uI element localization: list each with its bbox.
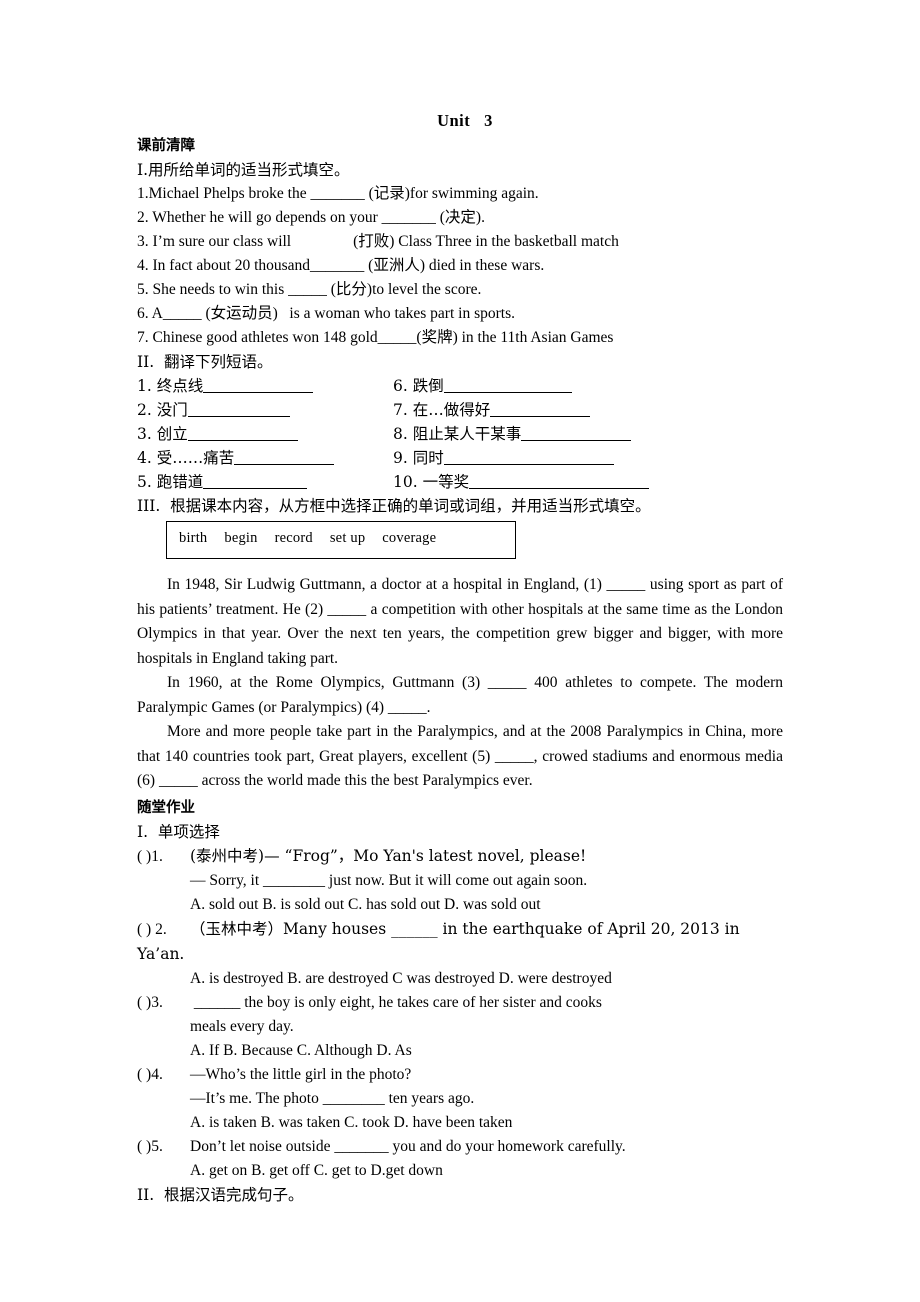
passage-paragraph: In 1948, Sir Ludwig Guttmann, a doctor a… <box>137 576 783 667</box>
item-number: 1. <box>137 377 152 395</box>
fill-item: 2. Whether he will go depends on your __… <box>137 209 485 226</box>
answer-rule[interactable] <box>490 402 591 417</box>
classwork-part-2-label: II. 根据汉语完成句子。 <box>137 1185 304 1204</box>
mcq-question: ( ) 2. （玉林中考）Many houses ______ in the ea… <box>137 917 783 967</box>
item-number: 6. <box>393 377 408 395</box>
question-options[interactable]: A. is destroyed B. are destroyed C was d… <box>137 967 783 991</box>
translation-cell: 6. 跌倒 <box>393 374 783 398</box>
question-stem: ______ the boy is only eight, he takes c… <box>190 993 602 1011</box>
translation-row: 5. 跑错道 10. 一等奖 <box>137 470 783 494</box>
page-title: Unit 3 <box>437 111 493 130</box>
part-2-label: II. 翻译下列短语。 <box>137 353 273 371</box>
translation-cell: 1. 终点线 <box>137 374 393 398</box>
fill-item: 3. I’m sure our class will (打败) Class Th… <box>137 233 619 250</box>
part-1-label: I.用所给单词的适当形式填空。 <box>137 161 350 179</box>
mcq-question: ( )4. —Who’s the little girl in the photo… <box>137 1063 783 1087</box>
item-text: 跌倒 <box>412 377 444 395</box>
translation-cell: 9. 同时 <box>393 446 783 470</box>
item-number: 10. <box>393 473 418 491</box>
answer-rule[interactable] <box>203 378 314 393</box>
answer-rule[interactable] <box>443 450 614 465</box>
fill-item: 6. A_____ (女运动员) is a woman who takes pa… <box>137 305 515 322</box>
item-number: 2. <box>137 401 152 419</box>
answer-rule[interactable] <box>443 378 572 393</box>
item-text: 跑错道 <box>156 473 204 491</box>
item-text: 一等奖 <box>422 473 470 491</box>
translation-row: 2. 没门 7. 在…做得好 <box>137 398 783 422</box>
item-text: 受……痛苦 <box>156 449 235 467</box>
classwork-part-1-label: I. 单项选择 <box>137 822 220 841</box>
word-bank-word: coverage <box>382 530 437 546</box>
cloze-passage: In 1948, Sir Ludwig Guttmann, a doctor a… <box>137 573 783 794</box>
item-text: 没门 <box>156 401 188 419</box>
item-number: 5. <box>137 473 152 491</box>
word-bank-word: set up <box>329 530 366 546</box>
answer-rule[interactable] <box>234 450 335 465</box>
fill-item: 7. Chinese good athletes won 148 gold___… <box>137 329 614 346</box>
translation-cell: 5. 跑错道 <box>137 470 393 494</box>
answer-rule[interactable] <box>521 426 632 441</box>
question-continuation: — Sorry, it ________ just now. But it wi… <box>190 871 588 889</box>
word-bank-word: begin <box>224 530 258 546</box>
answer-rule[interactable] <box>469 474 650 489</box>
item-number: 4. <box>137 449 152 467</box>
fill-item: 1.Michael Phelps broke the _______ (记录)f… <box>137 185 539 202</box>
mcq-question: ( )3. ______ the boy is only eight, he t… <box>137 991 783 1015</box>
word-bank-word: record <box>274 530 313 546</box>
translation-cell: 4. 受……痛苦 <box>137 446 393 470</box>
translation-row: 1. 终点线 6. 跌倒 <box>137 374 783 398</box>
item-number: 3. <box>137 425 152 443</box>
answer-bracket[interactable]: ( )5. <box>137 1135 190 1159</box>
question-continuation: —It’s me. The photo ________ ten years a… <box>190 1089 475 1107</box>
word-bank-word: birth <box>179 530 208 546</box>
part-3-label: III. 根据课本内容，从方框中选择正确的单词或词组，并用适当形式填空。 <box>137 497 651 515</box>
question-options[interactable]: A. sold out B. is sold out C. has sold o… <box>137 893 783 917</box>
question-options[interactable]: A. If B. Because C. Although D. As <box>137 1039 783 1063</box>
question-stem: （玉林中考）Many houses ______ in the earthqua… <box>137 919 740 963</box>
translation-cell: 8. 阻止某人干某事 <box>393 422 783 446</box>
question-stem: —Who’s the little girl in the photo? <box>190 1065 412 1083</box>
fill-item: 4. In fact about 20 thousand_______ (亚洲人… <box>137 257 545 274</box>
translation-cell: 7. 在…做得好 <box>393 398 783 422</box>
word-bank-box: birth begin record set up coverage <box>166 521 516 559</box>
translation-cell: 3. 创立 <box>137 422 393 446</box>
question-continuation: meals every day. <box>190 1017 294 1035</box>
item-number: 8. <box>393 425 408 443</box>
question-stem: Don’t let noise outside _______ you and … <box>190 1137 626 1155</box>
question-options[interactable]: A. get on B. get off C. get to D.get dow… <box>137 1159 783 1183</box>
answer-rule[interactable] <box>203 474 308 489</box>
answer-bracket[interactable]: ( )4. <box>137 1063 190 1087</box>
passage-paragraph: More and more people take part in the Pa… <box>137 723 783 789</box>
translation-cell: 10. 一等奖 <box>393 470 783 494</box>
item-text: 创立 <box>156 425 188 443</box>
answer-bracket[interactable]: ( ) 2. <box>137 918 190 942</box>
answer-bracket[interactable]: ( )1. <box>137 845 190 869</box>
translation-list: 1. 终点线 6. 跌倒 2. 没门 7. 在…做得好 3. 创立 8. 阻止某… <box>137 374 783 494</box>
item-number: 9. <box>393 449 408 467</box>
answer-rule[interactable] <box>187 402 290 417</box>
translation-cell: 2. 没门 <box>137 398 393 422</box>
section-heading-pre-class: 课前清障 <box>137 138 195 154</box>
item-text: 同时 <box>412 449 444 467</box>
question-stem: (泰州中考)— “Frog”，Mo Yan's latest novel, pl… <box>190 846 587 865</box>
fill-item: 5. She needs to win this _____ (比分)to le… <box>137 281 482 298</box>
question-options[interactable]: A. is taken B. was taken C. took D. have… <box>137 1111 783 1135</box>
document-body: Unit 3 课前清障 I.用所给单词的适当形式填空。 1.Michael Ph… <box>137 108 783 1207</box>
translation-row: 3. 创立 8. 阻止某人干某事 <box>137 422 783 446</box>
worksheet-page: Unit 3 课前清障 I.用所给单词的适当形式填空。 1.Michael Ph… <box>0 0 920 1302</box>
mcq-question: ( )5. Don’t let noise outside _______ you… <box>137 1135 783 1159</box>
mcq-question: ( )1. (泰州中考)— “Frog”，Mo Yan's latest nove… <box>137 844 783 869</box>
answer-bracket[interactable]: ( )3. <box>137 991 190 1015</box>
item-number: 7. <box>393 401 408 419</box>
answer-rule[interactable] <box>187 426 298 441</box>
passage-paragraph: In 1960, at the Rome Olympics, Guttmann … <box>137 674 783 716</box>
item-text: 阻止某人干某事 <box>412 425 522 443</box>
item-text: 在…做得好 <box>412 401 491 419</box>
item-text: 终点线 <box>156 377 204 395</box>
section-heading-classwork: 随堂作业 <box>137 799 195 816</box>
translation-row: 4. 受……痛苦 9. 同时 <box>137 446 783 470</box>
